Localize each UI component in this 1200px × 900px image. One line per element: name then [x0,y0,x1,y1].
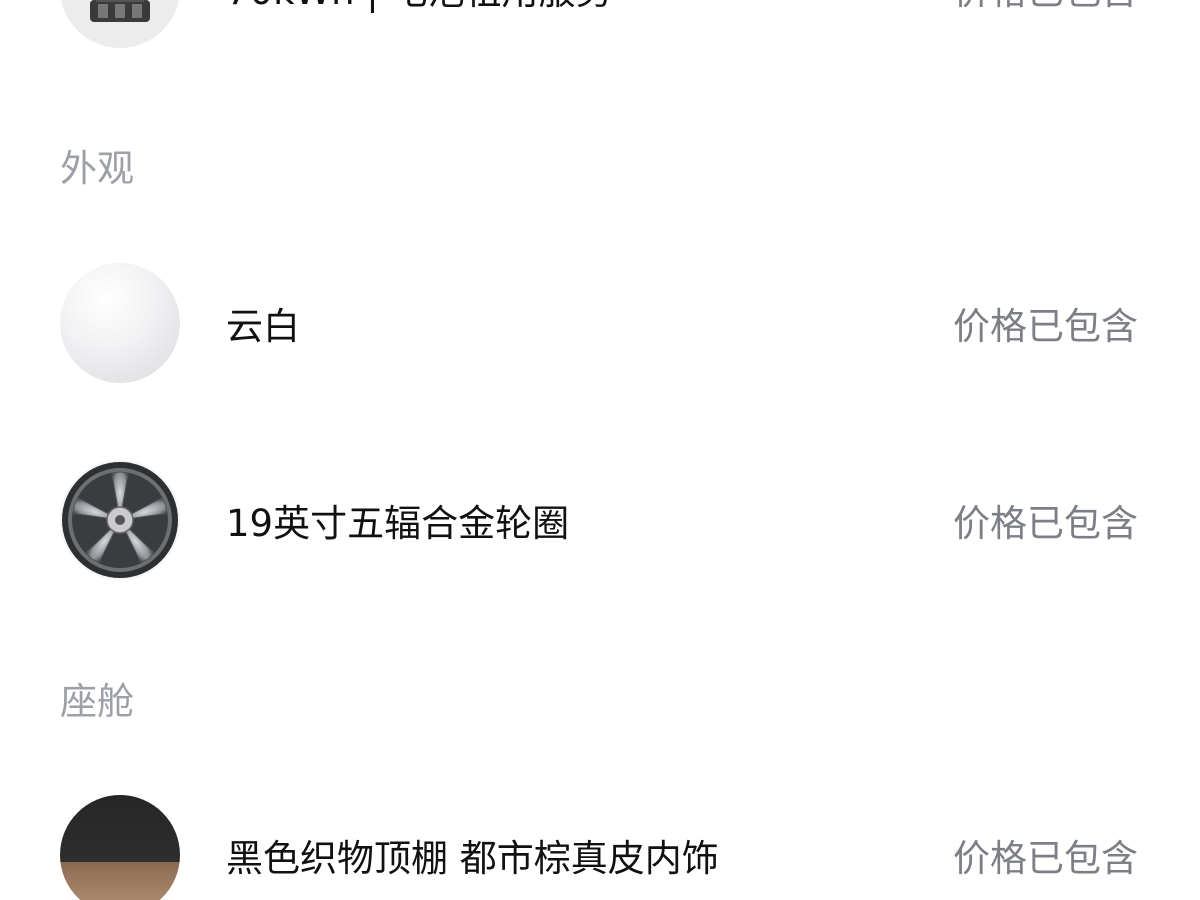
config-item-name: 云白 [226,305,300,348]
config-item-name: 黑色织物顶棚 都市棕真皮内饰 [226,837,719,880]
config-row-wheels[interactable]: 19英寸五辐合金轮圈 价格已包含 [0,460,1200,580]
color-swatch-icon [60,263,180,383]
battery-pack-icon [60,0,180,48]
section-title-cabin: 座舱 [60,680,134,723]
price-included-label: 价格已包含 [953,305,1138,348]
config-item-name: 70kWh | 电池租用服务 [226,0,613,48]
section-title-exterior: 外观 [60,147,134,190]
price-included-label: 价格已包含 [953,0,1138,48]
config-row-exterior-color[interactable]: 云白 价格已包含 [0,263,1200,383]
interior-swatch-icon [60,795,180,900]
config-row-battery[interactable]: 70kWh | 电池租用服务 价格已包含 [0,0,1200,48]
config-row-interior[interactable]: 黑色织物顶棚 都市棕真皮内饰 价格已包含 [0,795,1200,900]
price-included-label: 价格已包含 [953,502,1138,545]
config-item-name: 19英寸五辐合金轮圈 [226,502,570,545]
wheel-rim-icon [60,460,180,580]
price-included-label: 价格已包含 [953,837,1138,880]
config-summary-list: 70kWh | 电池租用服务 价格已包含 外观 云白 价格已包含 [0,0,1200,900]
